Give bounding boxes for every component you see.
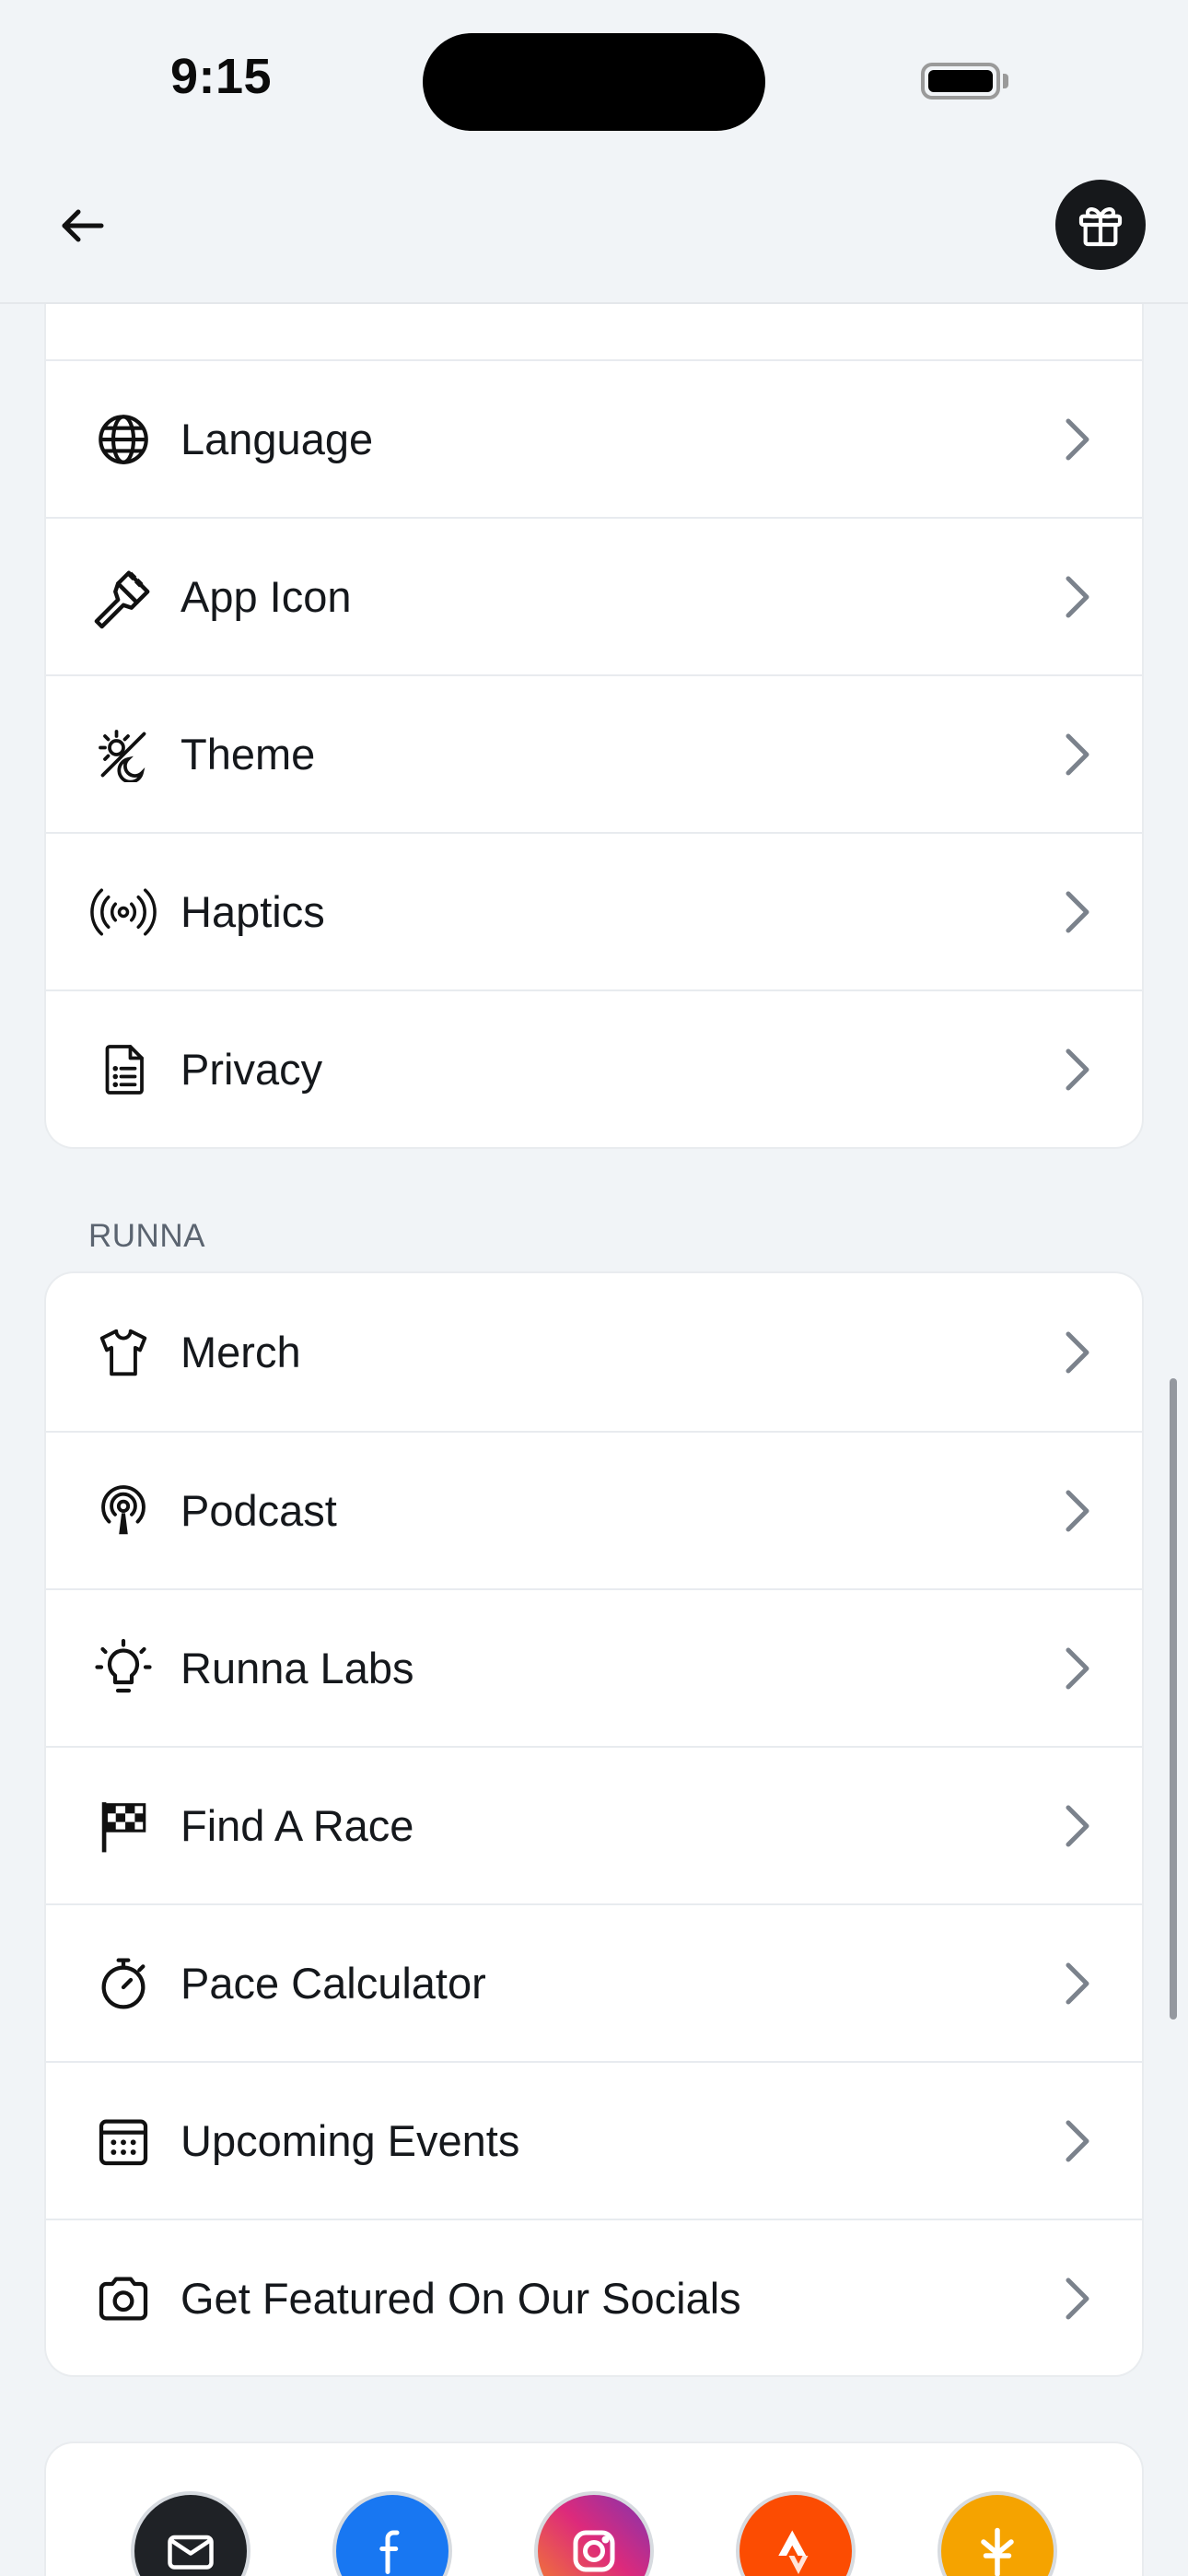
- facebook-icon: [379, 2530, 400, 2574]
- row-label: Get Featured On Our Socials: [181, 2274, 741, 2323]
- tshirt-icon: [87, 1316, 160, 1389]
- chevron-right-icon: [1059, 2271, 1096, 2326]
- chevron-right-icon: [1059, 412, 1096, 467]
- calendar-icon: [87, 2104, 160, 2178]
- row-label: Merch: [181, 1328, 301, 1376]
- navigation-bar: [0, 161, 1188, 304]
- arrow-left-icon: [62, 209, 104, 242]
- strava-button[interactable]: [736, 2491, 856, 2576]
- row-label: Podcast: [181, 1486, 337, 1535]
- runna-card: Merch Podcast Runna Labs Find A Race Pac…: [46, 1273, 1142, 2375]
- social-links: [46, 2491, 1142, 2576]
- settings-row-theme[interactable]: Theme: [46, 674, 1142, 832]
- battery-icon: [921, 63, 1000, 100]
- chevron-right-icon: [1059, 2113, 1096, 2169]
- strava-icon: [778, 2530, 809, 2574]
- facebook-button[interactable]: [332, 2491, 452, 2576]
- row-label: Runna Labs: [181, 1644, 414, 1692]
- runna-row-pace-calculator[interactable]: Pace Calculator: [46, 1903, 1142, 2061]
- row-label: Find A Race: [181, 1801, 414, 1850]
- row-label: Privacy: [181, 1045, 323, 1094]
- row-label: Language: [181, 415, 374, 463]
- runna-row-get-featured[interactable]: Get Featured On Our Socials: [46, 2219, 1142, 2375]
- row-label: Upcoming Events: [181, 2116, 520, 2165]
- back-button[interactable]: [46, 189, 120, 263]
- dynamic-island: [423, 33, 765, 131]
- runna-row-podcast[interactable]: Podcast: [46, 1431, 1142, 1588]
- row-label: Theme: [181, 730, 316, 779]
- mail-icon: [168, 2535, 214, 2570]
- stopwatch-icon: [87, 1947, 160, 2020]
- runna-row-merch[interactable]: Merch: [46, 1273, 1142, 1431]
- chevron-right-icon: [1059, 1798, 1096, 1854]
- haptics-icon: [87, 875, 160, 949]
- settings-card: Language App Icon Theme Haptics Privacy: [46, 276, 1142, 1147]
- chevron-right-icon: [1059, 1956, 1096, 2011]
- checkered-flag-icon: [87, 1789, 160, 1863]
- email-button[interactable]: [131, 2491, 250, 2576]
- chevron-right-icon: [1059, 727, 1096, 782]
- row-label: Pace Calculator: [181, 1959, 486, 2008]
- socials-card: [46, 2443, 1142, 2576]
- chevron-right-icon: [1059, 1483, 1096, 1539]
- paintbrush-icon: [87, 560, 160, 634]
- instagram-icon: [573, 2530, 615, 2572]
- battery-cap: [1003, 74, 1008, 88]
- podcast-icon: [87, 1474, 160, 1548]
- settings-row-language[interactable]: Language: [46, 359, 1142, 517]
- scroll-indicator[interactable]: [1170, 1378, 1177, 2020]
- section-header-runna: RUNNA: [88, 1218, 205, 1254]
- runna-row-upcoming-events[interactable]: Upcoming Events: [46, 2061, 1142, 2219]
- settings-row-app-icon[interactable]: App Icon: [46, 517, 1142, 674]
- settings-row-privacy[interactable]: Privacy: [46, 989, 1142, 1147]
- chevron-right-icon: [1059, 569, 1096, 625]
- chevron-right-icon: [1059, 1325, 1096, 1380]
- document-list-icon: [87, 1033, 160, 1107]
- row-label: App Icon: [181, 572, 352, 621]
- linktree-icon: [981, 2527, 1014, 2576]
- lightbulb-icon: [87, 1632, 160, 1705]
- instagram-button[interactable]: [534, 2491, 654, 2576]
- theme-icon: [87, 718, 160, 791]
- runna-row-find-a-race[interactable]: Find A Race: [46, 1746, 1142, 1903]
- linktree-button[interactable]: [938, 2491, 1057, 2576]
- globe-icon: [87, 403, 160, 476]
- chevron-right-icon: [1059, 1042, 1096, 1097]
- status-bar: 9:15: [0, 0, 1188, 161]
- runna-row-runna-labs[interactable]: Runna Labs: [46, 1588, 1142, 1746]
- gift-button[interactable]: [1055, 180, 1146, 270]
- chevron-right-icon: [1059, 884, 1096, 940]
- settings-row-haptics[interactable]: Haptics: [46, 832, 1142, 989]
- camera-icon: [87, 2262, 160, 2336]
- chevron-right-icon: [1059, 1641, 1096, 1696]
- row-label: Haptics: [181, 887, 325, 936]
- status-time: 9:15: [170, 49, 273, 104]
- gift-icon: [1078, 207, 1123, 247]
